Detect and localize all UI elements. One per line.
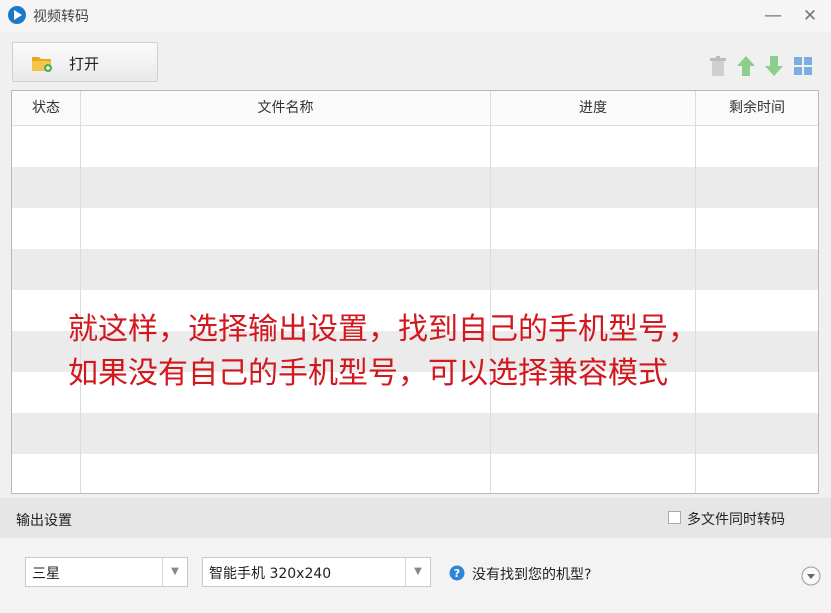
model-select[interactable]: 智能手机 320x240 ▼ — [202, 557, 431, 587]
column-header-remaining-time[interactable]: 剩余时间 — [696, 91, 818, 125]
close-button[interactable]: ✕ — [797, 3, 823, 29]
move-up-icon[interactable] — [735, 54, 757, 78]
column-divider — [80, 91, 81, 493]
column-header-progress[interactable]: 进度 — [491, 91, 695, 125]
output-settings-label: 输出设置 — [16, 513, 72, 529]
grid-view-icon[interactable] — [792, 54, 814, 78]
model-select-value: 智能手机 320x240 — [209, 566, 332, 582]
trash-icon[interactable] — [707, 54, 729, 78]
brand-select-value: 三星 — [32, 566, 60, 582]
minimize-button[interactable]: — — [760, 3, 786, 29]
table-row[interactable] — [12, 454, 818, 493]
table-header: 状态 文件名称 进度 剩余时间 — [12, 91, 818, 126]
window-title: 视频转码 — [33, 9, 89, 25]
column-header-filename[interactable]: 文件名称 — [81, 91, 490, 125]
file-list-table[interactable]: 状态 文件名称 进度 剩余时间 — [11, 90, 819, 494]
table-row[interactable] — [12, 249, 818, 290]
instruction-annotation: 就这样，选择输出设置，找到自己的手机型号， 如果没有自己的手机型号，可以选择兼容… — [68, 308, 698, 396]
chevron-down-icon[interactable]: ▼ — [405, 558, 430, 586]
multi-file-label[interactable]: 多文件同时转码 — [687, 509, 785, 529]
open-button[interactable]: 打开 — [12, 42, 158, 82]
multi-file-checkbox[interactable] — [668, 511, 681, 524]
output-settings-bar: 输出设置 多文件同时转码 — [0, 498, 831, 538]
help-icon[interactable]: ? — [449, 565, 465, 581]
table-row[interactable] — [12, 167, 818, 208]
annotation-line-2: 如果没有自己的手机型号，可以选择兼容模式 — [68, 356, 668, 391]
chevron-down-icon[interactable]: ▼ — [162, 558, 187, 586]
output-selection-panel: 三星 ▼ 智能手机 320x240 ▼ ? 没有找到您的机型? — [0, 538, 831, 613]
column-header-status[interactable]: 状态 — [12, 91, 80, 125]
column-divider — [490, 91, 491, 493]
svg-text:?: ? — [454, 567, 460, 580]
column-divider — [695, 91, 696, 493]
title-bar: 视频转码 — ✕ — [0, 0, 831, 32]
model-not-found-link[interactable]: 没有找到您的机型? — [472, 564, 591, 584]
table-row[interactable] — [12, 126, 818, 167]
toolbar: 打开 — [0, 36, 831, 90]
move-down-icon[interactable] — [763, 54, 785, 78]
annotation-line-1: 就这样，选择输出设置，找到自己的手机型号， — [68, 312, 698, 347]
expand-icon[interactable] — [801, 566, 821, 586]
open-button-label: 打开 — [69, 55, 100, 73]
app-logo-icon — [8, 6, 26, 24]
folder-icon — [32, 57, 52, 72]
brand-select[interactable]: 三星 ▼ — [25, 557, 188, 587]
table-row[interactable] — [12, 208, 818, 249]
table-row[interactable] — [12, 413, 818, 454]
